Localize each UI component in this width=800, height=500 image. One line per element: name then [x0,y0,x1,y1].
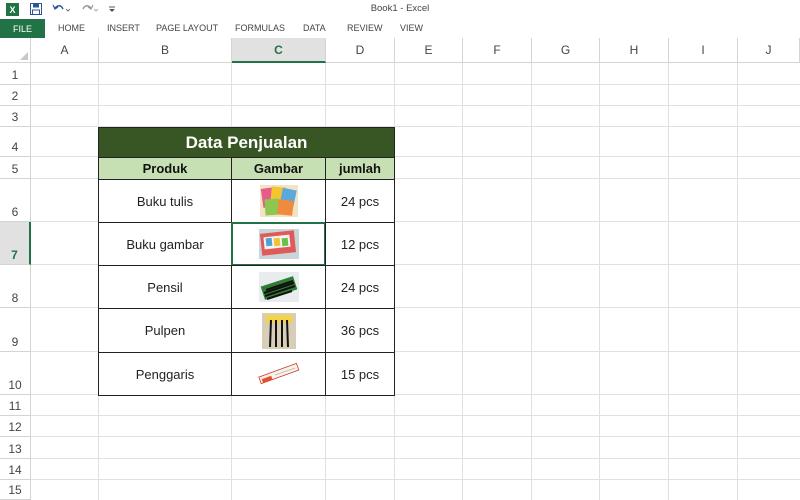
row-header-4[interactable]: 4 [0,127,31,157]
cell-produk[interactable]: Pensil [98,265,232,309]
column-header-e[interactable]: E [395,38,463,63]
row-header-3[interactable]: 3 [0,106,31,127]
cell-jumlah[interactable]: 24 pcs [325,265,395,309]
cell-produk[interactable]: Penggaris [98,352,232,396]
tab-insert[interactable]: INSERT [107,19,140,38]
ribbon-tab-bar: FILE HOME INSERT PAGE LAYOUT FORMULAS DA… [0,19,800,38]
header-produk[interactable]: Produk [98,157,232,180]
tab-view[interactable]: VIEW [400,19,423,38]
gridline [531,63,532,500]
row-header-6[interactable]: 6 [0,179,31,222]
row-header-10[interactable]: 10 [0,352,31,395]
gridline [737,63,738,500]
notebooks-image[interactable] [259,183,299,219]
column-header-a[interactable]: A [31,38,99,63]
gridline [31,105,800,106]
tab-review[interactable]: REVIEW [347,19,383,38]
row-header-1[interactable]: 1 [0,63,31,85]
tab-page-layout[interactable]: PAGE LAYOUT [156,19,218,38]
gridline [599,63,600,500]
select-all-corner[interactable] [0,38,31,63]
column-header-g[interactable]: G [532,38,600,63]
table-title[interactable]: Data Penjualan [98,127,395,158]
row-header-9[interactable]: 9 [0,308,31,352]
column-header-h[interactable]: H [600,38,669,63]
column-header-i[interactable]: I [669,38,738,63]
header-gambar[interactable]: Gambar [231,157,326,180]
drawing-book-image[interactable] [258,228,300,260]
row-header-8[interactable]: 8 [0,265,31,308]
window-title: Book1 - Excel [370,3,430,14]
row-header-7[interactable]: 7 [0,222,31,265]
cell-produk[interactable]: Buku gambar [98,222,232,266]
row-header-11[interactable]: 11 [0,395,31,416]
cell-jumlah[interactable]: 24 pcs [325,179,395,223]
row-header-2[interactable]: 2 [0,85,31,106]
pencils-image[interactable] [258,271,300,303]
pens-image[interactable] [261,312,297,350]
cell-gambar[interactable] [231,352,326,396]
gridline [462,63,463,500]
row-header-14[interactable]: 14 [0,459,31,480]
gridline [668,63,669,500]
tab-formulas[interactable]: FORMULAS [235,19,285,38]
row-header-13[interactable]: 13 [0,437,31,459]
tab-file[interactable]: FILE [0,19,45,38]
tab-home[interactable]: HOME [58,19,85,38]
gridline [31,458,800,459]
column-header-c[interactable]: C [232,38,326,63]
column-header-d[interactable]: D [326,38,395,63]
cell-jumlah[interactable]: 12 pcs [325,222,395,266]
column-header-f[interactable]: F [463,38,532,63]
cell-gambar[interactable] [231,265,326,309]
cell-gambar[interactable] [231,179,326,223]
gridline [31,436,800,437]
column-header-j[interactable]: J [738,38,800,63]
cell-produk[interactable]: Buku tulis [98,179,232,223]
cell-jumlah[interactable]: 36 pcs [325,308,395,353]
cell-gambar-selected[interactable] [231,222,326,266]
cell-produk[interactable]: Pulpen [98,308,232,353]
gridline [31,84,800,85]
row-header-12[interactable]: 12 [0,416,31,437]
column-header-b[interactable]: B [99,38,232,63]
row-header-5[interactable]: 5 [0,157,31,179]
gridline [31,479,800,480]
title-bar: X Book1 - Excel [0,0,800,19]
cell-jumlah[interactable]: 15 pcs [325,352,395,396]
ruler-image[interactable] [257,359,301,389]
gridline [31,415,800,416]
tab-data[interactable]: DATA [303,19,326,38]
row-header-15[interactable]: 15 [0,480,31,500]
cell-gambar[interactable] [231,308,326,353]
header-jumlah[interactable]: jumlah [325,157,395,180]
